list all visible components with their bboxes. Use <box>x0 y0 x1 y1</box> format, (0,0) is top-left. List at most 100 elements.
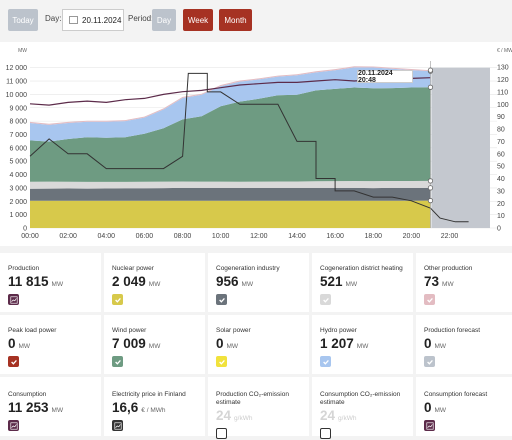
stat-card-value: 956 MW <box>216 275 309 292</box>
stat-value-text: 16,6 <box>112 400 139 415</box>
stat-card-title: Production <box>8 265 40 272</box>
check-icon[interactable] <box>216 356 227 367</box>
stat-card: Cogeneration district heating 521 MW <box>312 253 413 312</box>
check-icon[interactable] <box>320 294 331 305</box>
stat-card-value: 1 207 MW <box>320 337 413 354</box>
stat-value-text: 11 815 <box>8 274 49 289</box>
y2-tick-label: 10 <box>497 213 505 220</box>
stat-unit: MW <box>226 343 239 350</box>
stat-unit: MW <box>18 343 31 350</box>
y2-tick-label: 100 <box>497 102 509 109</box>
stat-card-value: 73 MW <box>424 275 512 292</box>
y2-axis-unit: € / MWh <box>497 48 512 54</box>
x-tick-label: 10:00 <box>212 233 230 240</box>
cursor-marker <box>427 67 434 73</box>
area-nuclear-power <box>30 200 431 228</box>
check-icon[interactable] <box>320 356 331 367</box>
empty-checkbox-icon[interactable] <box>216 428 227 439</box>
y-tick-label: 2 000 <box>9 199 27 206</box>
stat-unit: MW <box>51 407 64 414</box>
period-week-button[interactable]: Week <box>183 9 213 31</box>
check-icon[interactable] <box>424 294 435 305</box>
y2-tick-label: 60 <box>497 151 505 158</box>
forecast-region <box>431 67 490 229</box>
stat-unit: MW <box>434 407 447 414</box>
stat-card: Wind power 7 009 MW <box>104 315 205 374</box>
stat-card-title: Nuclear power <box>112 265 154 272</box>
empty-checkbox-icon[interactable] <box>320 428 331 439</box>
y-tick-label: 11 000 <box>6 79 27 86</box>
stat-unit: € / MWh <box>141 407 166 414</box>
chart-svg: 0 1 000 2 000 3 000 4 000 5 000 6 000 7 000 8 00… <box>6 48 512 240</box>
check-icon[interactable] <box>8 356 19 367</box>
stat-unit: MW <box>148 281 161 288</box>
stat-card: Peak load power 0 MW <box>0 315 101 374</box>
stat-card: Cogeneration industry 956 MW <box>208 253 309 312</box>
stat-card: Production CO₂-emission estimate 24 g/kWh <box>208 377 309 439</box>
stat-card-title: Production CO₂-emission estimate <box>216 391 289 406</box>
y2-tick-label: 80 <box>497 127 505 134</box>
stat-value-text: 0 <box>424 400 432 415</box>
period-label: Period: <box>128 14 154 23</box>
y-tick-label: 1 000 <box>9 212 27 219</box>
cursor-marker <box>427 185 434 191</box>
stat-card-value: 16,6 € / MWh <box>112 401 205 418</box>
stat-card: Nuclear power 2 049 MW <box>104 253 205 312</box>
stat-card-title: Solar power <box>216 327 251 334</box>
check-icon[interactable] <box>112 294 123 305</box>
y2-tick-label: 0 <box>497 226 501 233</box>
stat-card-value: 0 MW <box>424 337 512 354</box>
stat-card-title: Wind power <box>112 327 147 334</box>
y-tick-label: 10 000 <box>6 92 28 99</box>
stat-card: Consumption forecast 0 MW <box>416 377 512 436</box>
x-tick-label: 06:00 <box>136 233 154 240</box>
area-cogeneration-district-heating <box>30 180 431 189</box>
y2-tick-label: 70 <box>497 139 505 146</box>
y-tick-label: 8 000 <box>9 119 27 126</box>
stat-unit: g/kWh <box>234 415 253 422</box>
y-axis-unit: MW <box>18 48 27 54</box>
stat-value-text: 0 <box>216 336 224 351</box>
stat-card: Production 11 815 MW <box>0 253 101 312</box>
check-icon[interactable] <box>112 356 123 367</box>
y2-tick-label: 120 <box>497 77 509 84</box>
stat-unit: g/kWh <box>338 415 357 422</box>
day-label: Day: <box>45 14 62 23</box>
stat-value-text: 0 <box>424 336 432 351</box>
chart-icon[interactable] <box>8 420 19 431</box>
chart-icon[interactable] <box>112 420 123 431</box>
stat-card-value: 11 815 MW <box>8 275 101 292</box>
stat-card-title: Consumption forecast <box>424 391 488 398</box>
stat-card-value: 0 MW <box>424 401 512 418</box>
x-tick-label: 18:00 <box>364 233 382 240</box>
x-tick-label: 14:00 <box>288 233 306 240</box>
chart-tooltip: 20.11.2024 20:48 <box>357 70 413 84</box>
check-icon[interactable] <box>424 356 435 367</box>
stat-card-title: Cogeneration district heating <box>320 265 403 272</box>
period-month-button[interactable]: Month <box>219 9 252 31</box>
y-tick-label: 5 000 <box>9 159 27 166</box>
chart-icon[interactable] <box>424 420 435 431</box>
stat-card-title: Cogeneration industry <box>216 265 280 272</box>
stat-unit: MW <box>345 281 358 288</box>
stat-card-title: Consumption CO₂-emission estimate <box>320 391 401 406</box>
y-tick-label: 3 000 <box>9 185 27 192</box>
stat-unit: MW <box>442 281 454 288</box>
date-picker[interactable]: 20.11.2024 <box>62 9 124 31</box>
y2-tick-label: 90 <box>497 114 505 121</box>
stat-card-value: 24 g/kWh <box>216 409 309 426</box>
cursor-marker <box>427 178 434 184</box>
y-tick-label: 7 000 <box>9 132 27 139</box>
stat-card-title: Peak load power <box>8 327 57 334</box>
stat-card-value: 0 MW <box>216 337 309 354</box>
x-tick-label: 08:00 <box>174 233 192 240</box>
check-icon[interactable] <box>216 294 227 305</box>
stat-card-value: 0 MW <box>8 337 101 354</box>
stat-value-text: 521 <box>320 274 343 289</box>
production-chart[interactable]: 0 1 000 2 000 3 000 4 000 5 000 6 000 7 000 8 00… <box>0 42 512 246</box>
period-day-button[interactable]: Day <box>152 9 176 31</box>
stat-card-value: 11 253 MW <box>8 401 101 418</box>
chart-icon[interactable] <box>8 294 19 305</box>
today-button[interactable]: Today <box>8 9 38 31</box>
y-tick-label: 12 000 <box>6 65 28 72</box>
